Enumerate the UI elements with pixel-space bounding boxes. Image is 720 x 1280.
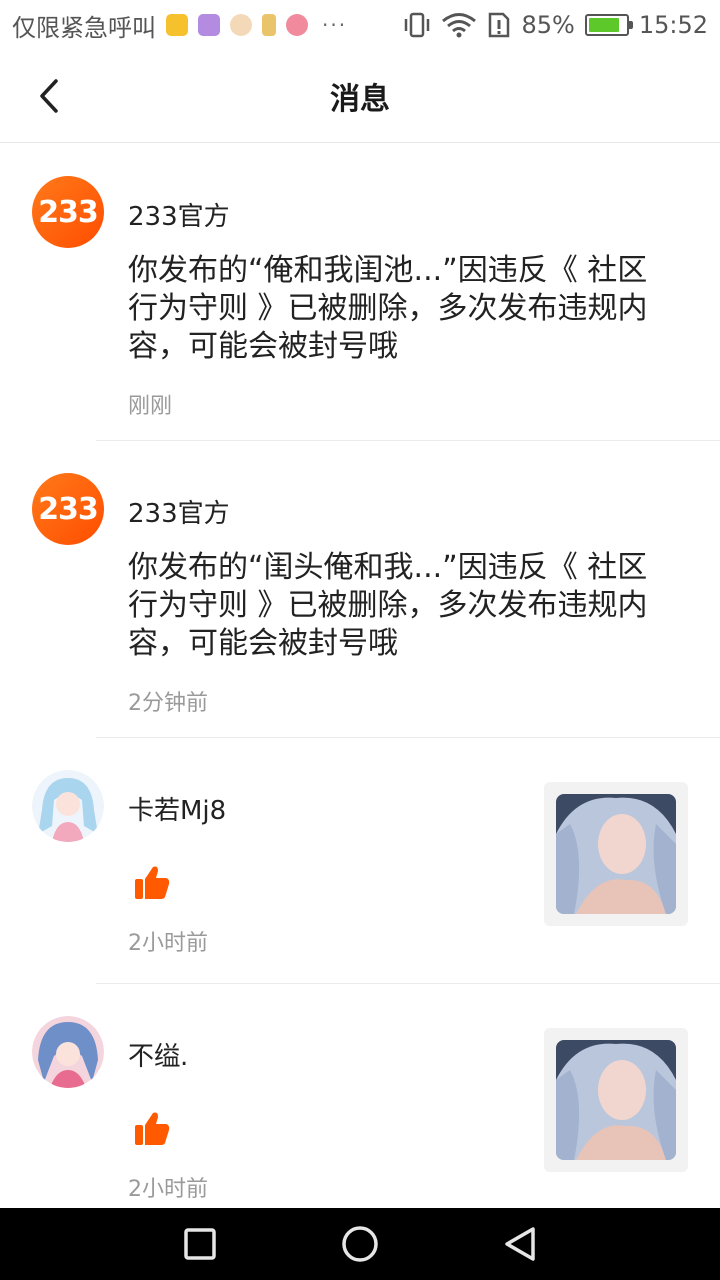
status-left: 仅限紧急呼叫 ··· [12, 8, 347, 43]
battery-percent: 85% [521, 11, 575, 39]
user-avatar[interactable] [32, 1016, 104, 1088]
message-content: 你发布的“俺和我闺池...”因违反《 社区行为守则 》已被删除，多次发布违规内容… [128, 253, 648, 364]
battery-level [588, 18, 620, 32]
wifi-icon [442, 13, 477, 38]
sender-name[interactable]: 233官方 [128, 196, 230, 233]
status-right: 85% 15:52 [403, 11, 708, 39]
message-item[interactable]: 233 233官方 你发布的“闺头俺和我...”因违反《 社区行为守则 》已被删… [0, 441, 720, 738]
post-image [556, 1040, 676, 1160]
message-time: 2小时前 [128, 1177, 208, 1202]
app-pink-icon [286, 14, 308, 36]
post-image [556, 794, 676, 914]
home-button[interactable] [338, 1222, 382, 1266]
status-bar: 仅限紧急呼叫 ··· 85% 15:52 [0, 0, 720, 50]
vibrate-icon [405, 12, 430, 38]
app-doll-icon [230, 14, 252, 36]
avatar-logo-text: 233 [38, 194, 99, 230]
app-figure-icon [262, 14, 276, 36]
post-thumbnail[interactable] [544, 1028, 688, 1172]
message-time: 2小时前 [128, 931, 208, 956]
official-avatar[interactable]: 233 [32, 176, 104, 248]
message-item[interactable]: 不缢. 2小时前 [0, 984, 720, 1208]
message-content: 你发布的“闺头俺和我...”因违反《 社区行为守则 》已被删除，多次发布违规内容… [128, 550, 648, 661]
anime-avatar-icon [32, 770, 104, 842]
anime-avatar-icon [32, 1016, 104, 1088]
more-notifications-icon: ··· [322, 13, 348, 37]
avatar-logo-text: 233 [38, 491, 99, 527]
page-title: 消息 [330, 82, 390, 117]
back-button[interactable] [28, 74, 72, 118]
nav-back-button[interactable] [498, 1222, 542, 1266]
thumbs-up-icon [135, 1112, 170, 1145]
system-nav-bar [0, 1208, 720, 1280]
triangle-back-icon [505, 1227, 535, 1261]
user-avatar[interactable] [32, 770, 104, 842]
circle-icon [342, 1226, 378, 1262]
app-purple-icon [198, 14, 220, 36]
app-yellow-icon [166, 14, 188, 36]
post-thumbnail[interactable] [544, 782, 688, 926]
chevron-left-icon [40, 79, 58, 113]
official-avatar[interactable]: 233 [32, 473, 104, 545]
sender-name[interactable]: 不缢. [128, 1036, 188, 1073]
message-item[interactable]: 卡若Mj8 2小时前 [0, 738, 720, 984]
clock: 15:52 [638, 11, 708, 39]
sender-name[interactable]: 233官方 [128, 493, 230, 530]
sim-alert-icon [489, 12, 510, 38]
message-list[interactable]: 233 233官方 你发布的“俺和我闺池...”因违反《 社区行为守则 》已被删… [0, 144, 720, 1208]
recents-button[interactable] [178, 1222, 222, 1266]
sender-name[interactable]: 卡若Mj8 [128, 790, 226, 827]
carrier-text: 仅限紧急呼叫 [12, 13, 156, 42]
message-time: 刚刚 [128, 394, 173, 419]
battery-icon [584, 14, 633, 36]
thumbs-up-icon [135, 866, 170, 899]
square-icon [184, 1228, 216, 1260]
app-header: 消息 [0, 50, 720, 143]
message-time: 2分钟前 [128, 691, 208, 716]
message-item[interactable]: 233 233官方 你发布的“俺和我闺池...”因违反《 社区行为守则 》已被删… [0, 144, 720, 441]
